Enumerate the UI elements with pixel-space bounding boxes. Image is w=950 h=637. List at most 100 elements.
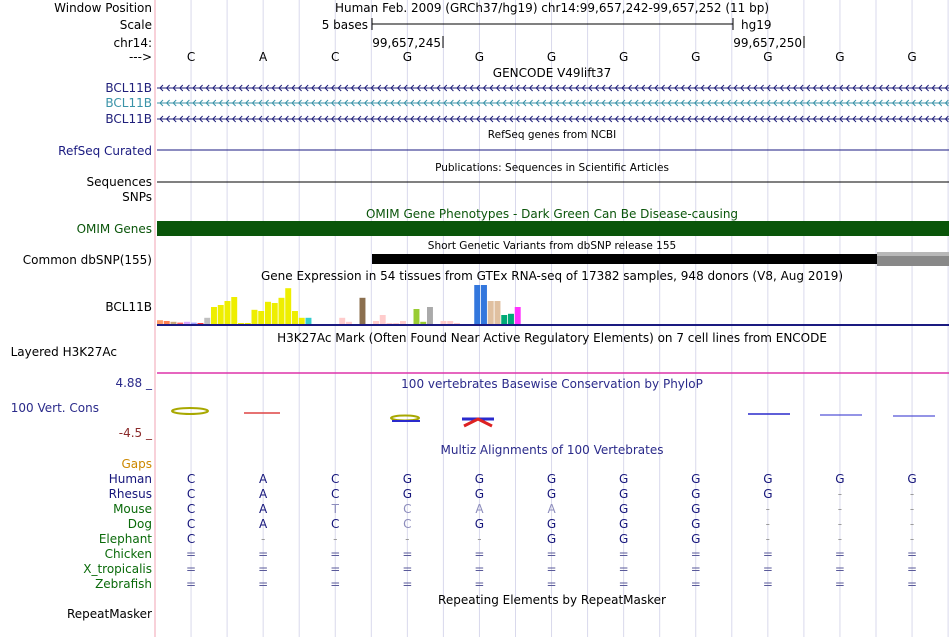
gencode-transcript-label[interactable]: BCL11B	[105, 81, 152, 95]
gtex-tissue-bar[interactable]	[481, 285, 487, 325]
genome-browser-image[interactable]: Window Position Human Feb. 2009 (GRCh37/…	[0, 0, 950, 637]
alignment-base: -	[838, 532, 842, 546]
gtex-label[interactable]: BCL11B	[105, 300, 152, 314]
gtex-tissue-bar[interactable]	[231, 297, 238, 325]
alignment-base: -	[405, 532, 409, 546]
gtex-tissue-bar[interactable]	[224, 301, 231, 325]
alignment-base: -	[910, 502, 914, 516]
gtex-tissue-bar[interactable]	[339, 317, 346, 325]
gencode-track[interactable]: BCL11BBCL11BBCL11B	[105, 81, 949, 126]
alignment-base: -	[333, 532, 337, 546]
gtex-tissue-bar[interactable]	[278, 297, 285, 325]
phylop-logos[interactable]	[171, 407, 935, 428]
coord-right: 99,657,250	[733, 36, 802, 50]
gtex-tissue-bar[interactable]	[292, 311, 298, 325]
assembly-name: hg19	[741, 18, 772, 32]
phylop-logo-c1	[171, 407, 209, 415]
alignment-base: =	[835, 577, 845, 591]
gtex-tissue-bar[interactable]	[265, 301, 271, 325]
alignment-base: G	[907, 472, 916, 486]
alignment-base: A	[475, 502, 484, 516]
gtex-tissue-bar[interactable]	[251, 309, 258, 325]
alignment-base: =	[619, 562, 629, 576]
snps-label[interactable]: SNPs	[122, 190, 152, 204]
gtex-title: Gene Expression in 54 tissues from GTEx …	[261, 269, 843, 283]
species-label[interactable]: Elephant	[99, 532, 152, 546]
gaps-label[interactable]: Gaps	[121, 457, 152, 471]
alignment-base: =	[763, 547, 773, 561]
alignment-base: =	[619, 547, 629, 561]
alignment-base: =	[763, 562, 773, 576]
scale-bar	[371, 18, 734, 30]
refseq-label[interactable]: RefSeq Curated	[58, 144, 152, 158]
alignment-base: C	[403, 502, 411, 516]
gtex-tissue-bar[interactable]	[501, 315, 508, 325]
gtex-tissue-bar[interactable]	[217, 305, 224, 325]
gtex-tissue-bar[interactable]	[508, 313, 514, 325]
alignment-base: -	[261, 532, 265, 546]
alignment-base: T	[331, 502, 340, 516]
gtex-tissue-bar[interactable]	[427, 307, 433, 325]
alignment-base: G	[547, 487, 556, 501]
species-label[interactable]: Chicken	[105, 547, 152, 561]
multiz-title: Multiz Alignments of 100 Vertebrates	[440, 443, 663, 457]
gtex-tissue-bar[interactable]	[359, 297, 366, 325]
alignment-base: =	[835, 562, 845, 576]
gtex-bar-chart[interactable]	[157, 285, 521, 325]
dbsnp-variant-gray[interactable]	[877, 256, 949, 266]
gencode-transcript-label[interactable]: BCL11B	[105, 96, 152, 110]
species-label[interactable]: X_tropicalis	[83, 562, 152, 576]
gtex-tissue-bar[interactable]	[271, 303, 278, 325]
alignment-base: C	[187, 502, 195, 516]
alignment-base: G	[619, 532, 628, 546]
alignment-base: =	[402, 577, 412, 591]
gtex-tissue-bar[interactable]	[298, 317, 305, 325]
gtex-tissue-bar[interactable]	[514, 307, 521, 325]
species-label[interactable]: Rhesus	[109, 487, 152, 501]
species-label[interactable]: Zebrafish	[95, 577, 152, 591]
base-letter: G	[907, 50, 916, 64]
omim-label[interactable]: OMIM Genes	[77, 222, 152, 236]
publications-label[interactable]: Sequences	[87, 175, 152, 189]
alignment-base: =	[907, 577, 917, 591]
alignment-base: C	[187, 532, 195, 546]
alignment-base: A	[547, 502, 556, 516]
gtex-tissue-bar[interactable]	[211, 307, 217, 325]
base-letter: C	[331, 50, 339, 64]
repeatmasker-label[interactable]: RepeatMasker	[67, 607, 152, 621]
omim-feature-bar[interactable]	[157, 221, 949, 236]
alignment-base: -	[910, 532, 914, 546]
gtex-tissue-bar[interactable]	[285, 288, 292, 325]
alignment-base: =	[691, 577, 701, 591]
phylop-logo-g1	[390, 414, 420, 422]
gtex-tissue-bar[interactable]	[305, 317, 312, 325]
gtex-tissue-bar[interactable]	[379, 315, 386, 325]
alignment-base: -	[766, 502, 770, 516]
base-letter: G	[475, 50, 484, 64]
gtex-tissue-bar[interactable]	[494, 301, 501, 325]
gtex-tissue-bar[interactable]	[258, 311, 265, 325]
alignment-base: G	[619, 502, 628, 516]
gencode-transcript-label[interactable]: BCL11B	[105, 112, 152, 126]
gtex-tissue-bar[interactable]	[413, 309, 420, 325]
alignment-base: =	[763, 577, 773, 591]
alignment-base: A	[259, 487, 268, 501]
species-label[interactable]: Dog	[128, 517, 152, 531]
alignment-base: G	[763, 472, 772, 486]
gtex-tissue-bar[interactable]	[474, 285, 481, 325]
gtex-tissue-bar[interactable]	[204, 317, 211, 325]
alignment-base: G	[691, 502, 700, 516]
dbsnp-label[interactable]: Common dbSNP(155)	[23, 253, 152, 267]
species-label[interactable]: Human	[109, 472, 152, 486]
h3k27ac-label[interactable]: Layered H3K27Ac	[11, 345, 117, 359]
phylop-min: -4.5 _	[119, 426, 153, 440]
species-label[interactable]: Mouse	[113, 502, 152, 516]
phylop-label[interactable]: 100 Vert. Cons	[11, 401, 99, 415]
alignment-base: =	[474, 577, 484, 591]
omim-title: OMIM Gene Phenotypes - Dark Green Can Be…	[366, 207, 738, 221]
gtex-tissue-bar[interactable]	[487, 301, 494, 325]
multiz-alignment[interactable]: Human C A C G G G G G G G GRhesus C A C G G G G G G - -Mouse C A…	[83, 472, 917, 591]
alignment-base: A	[259, 517, 268, 531]
dbsnp-variant-bar[interactable]	[372, 254, 949, 264]
dbsnp-variant-light[interactable]	[877, 252, 949, 256]
